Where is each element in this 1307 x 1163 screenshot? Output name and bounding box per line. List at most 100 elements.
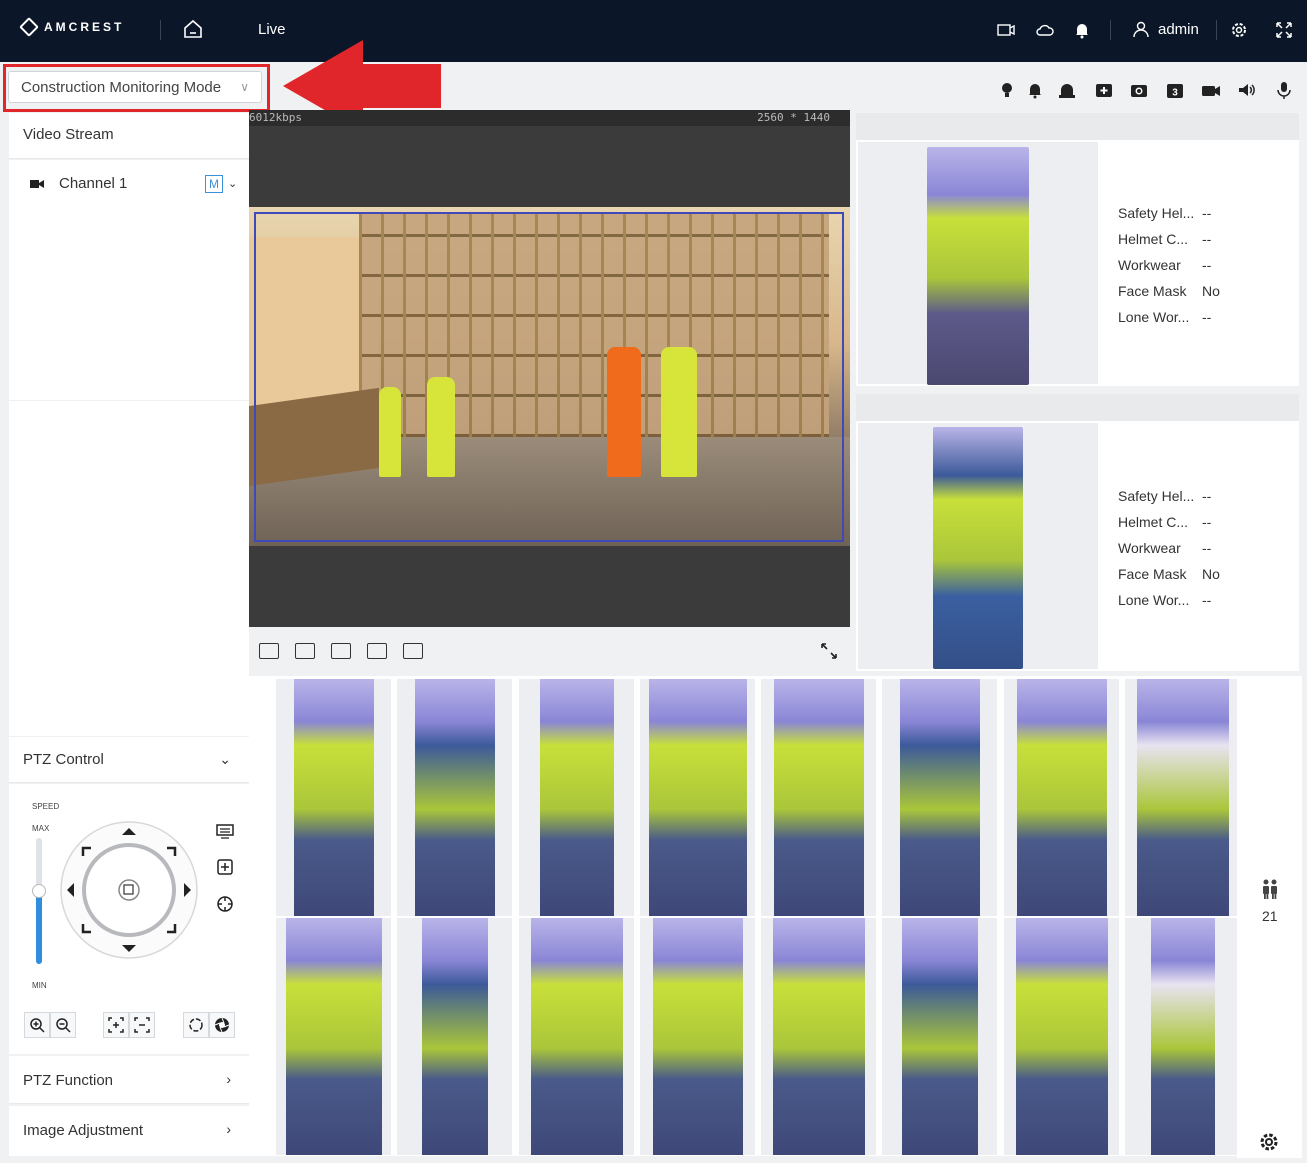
camera-icon[interactable]	[996, 20, 1016, 40]
attribute-value: --	[1202, 231, 1212, 247]
brand-logo[interactable]: AMCREST	[19, 17, 124, 37]
gallery-thumbnail[interactable]	[397, 679, 512, 916]
preset-list-icon[interactable]	[216, 824, 234, 840]
detection-card-body: Safety Hel... -- Helmet C... -- Workwear --…	[856, 140, 1299, 386]
gallery-thumbnail[interactable]	[761, 679, 876, 916]
stream-type-badge[interactable]: M	[205, 175, 223, 193]
focus-near-button[interactable]	[103, 1012, 129, 1038]
chevron-right-icon: ›	[226, 1071, 231, 1087]
person-figure	[772, 918, 865, 1155]
person-figure	[1150, 918, 1215, 1155]
video-info-bar: 6012kbps 2560 * 1440	[249, 110, 850, 126]
image-adjustment-header[interactable]: Image Adjustment ›	[9, 1106, 249, 1156]
stretch-icon[interactable]	[295, 643, 315, 659]
person-figure	[901, 918, 978, 1155]
person-figure	[1015, 918, 1108, 1155]
crosshair-icon[interactable]	[216, 895, 234, 913]
person-figure	[414, 679, 495, 916]
speed-min-label: MIN	[32, 981, 47, 990]
bulb-icon[interactable]	[997, 80, 1017, 100]
fit-width-icon[interactable]	[259, 643, 279, 659]
rule-overlay-icon[interactable]	[403, 643, 423, 659]
gallery-thumbnail[interactable]	[397, 918, 512, 1155]
alarm-icon[interactable]	[1057, 80, 1077, 100]
attribute-name: Workwear	[1118, 540, 1181, 556]
iris-close-button[interactable]	[209, 1012, 235, 1038]
live-video[interactable]: 6012kbps 2560 * 1440	[249, 110, 850, 627]
person-figure	[530, 918, 623, 1155]
channel-item[interactable]: Channel 1	[29, 175, 127, 192]
gallery-thumbnail[interactable]	[276, 918, 391, 1155]
gallery-thumbnail[interactable]	[1125, 918, 1240, 1155]
zoom-region-icon[interactable]	[331, 643, 351, 659]
person-figure	[293, 679, 374, 916]
gallery-thumbnail[interactable]	[640, 918, 755, 1155]
picture-in-picture-icon[interactable]	[367, 643, 387, 659]
ptz-joystick[interactable]	[59, 820, 199, 960]
expand-icon[interactable]	[821, 643, 837, 659]
attribute-row: Workwear --	[1118, 252, 1220, 278]
attribute-name: Face Mask	[1118, 566, 1187, 582]
video-controls	[249, 627, 850, 675]
speed-label: SPEED	[32, 802, 60, 811]
ptz-control-title: PTZ Control	[23, 751, 104, 768]
gallery-thumbnail[interactable]	[882, 918, 997, 1155]
speaker-icon[interactable]	[1237, 80, 1257, 100]
ptz-function-title: PTZ Function	[23, 1072, 114, 1089]
person-figure	[933, 427, 1023, 669]
gallery-thumbnail[interactable]	[1125, 679, 1240, 916]
people-icon	[1263, 879, 1277, 899]
person-figure	[421, 918, 488, 1155]
gallery-thumbnail[interactable]	[761, 918, 876, 1155]
bell-icon[interactable]	[1072, 20, 1092, 40]
ptz-function-header[interactable]: PTZ Function ›	[9, 1056, 249, 1104]
speed-slider-fill	[36, 895, 42, 964]
gallery-thumbnail[interactable]	[1004, 918, 1119, 1155]
snapshot-icon[interactable]	[1129, 80, 1149, 100]
cloud-icon[interactable]	[1035, 20, 1055, 40]
gallery-thumbnail[interactable]	[882, 679, 997, 916]
video-stream-header[interactable]: Video Stream	[9, 113, 249, 159]
person-figure	[1016, 679, 1107, 916]
attribute-value: --	[1202, 309, 1212, 325]
divider	[1110, 20, 1111, 40]
nav-live[interactable]: Live	[258, 21, 286, 38]
gallery-thumbnail[interactable]	[519, 679, 634, 916]
iris-open-button[interactable]	[183, 1012, 209, 1038]
attribute-list: Safety Hel... -- Helmet C... -- Workwear --…	[1118, 483, 1220, 613]
attribute-row: Workwear --	[1118, 535, 1220, 561]
gallery-thumbnail[interactable]	[519, 918, 634, 1155]
gallery-thumbnail[interactable]	[640, 679, 755, 916]
gallery-thumbnail[interactable]	[1004, 679, 1119, 916]
iris-close-icon	[214, 1017, 230, 1033]
bell-icon[interactable]	[1025, 80, 1045, 100]
attribute-name: Lone Wor...	[1118, 592, 1190, 608]
detection-card-2[interactable]: Safety Hel... -- Helmet C... -- Workwear --…	[856, 394, 1299, 671]
home-icon[interactable]	[182, 18, 204, 40]
attribute-row: Lone Wor... --	[1118, 304, 1220, 330]
focus-far-button[interactable]	[129, 1012, 155, 1038]
zoom-in-button[interactable]	[24, 1012, 50, 1038]
speed-slider-thumb[interactable]	[32, 884, 46, 898]
fullscreen-icon[interactable]	[1274, 20, 1294, 40]
left-panel: Video Stream Channel 1 PTZ Control ⌄ PTZ…	[9, 113, 249, 1156]
gear-icon[interactable]	[1229, 20, 1249, 40]
zoom-out-button[interactable]	[50, 1012, 76, 1038]
attribute-name: Helmet C...	[1118, 231, 1189, 247]
zoom-out-icon	[56, 1018, 71, 1033]
ptz-control-header[interactable]: PTZ Control ⌄	[9, 737, 249, 783]
add-preset-icon[interactable]	[216, 858, 234, 876]
gallery-thumbnail[interactable]	[276, 679, 391, 916]
person-figure	[648, 679, 747, 916]
detection-card-1[interactable]: Safety Hel... -- Helmet C... -- Workwear --…	[856, 113, 1299, 386]
chevron-down-icon[interactable]: ⌄	[228, 177, 237, 190]
triple-snapshot-icon[interactable]: 3	[1165, 80, 1185, 100]
mic-icon[interactable]	[1274, 80, 1294, 100]
camera-icon	[30, 179, 44, 188]
add-icon[interactable]	[1094, 80, 1114, 100]
user-menu[interactable]: admin	[1132, 20, 1199, 38]
gear-icon[interactable]	[1258, 1131, 1280, 1153]
zoom-in-icon	[30, 1018, 45, 1033]
record-icon[interactable]	[1201, 80, 1221, 100]
resolution-readout: 2560 * 1440	[757, 111, 830, 124]
